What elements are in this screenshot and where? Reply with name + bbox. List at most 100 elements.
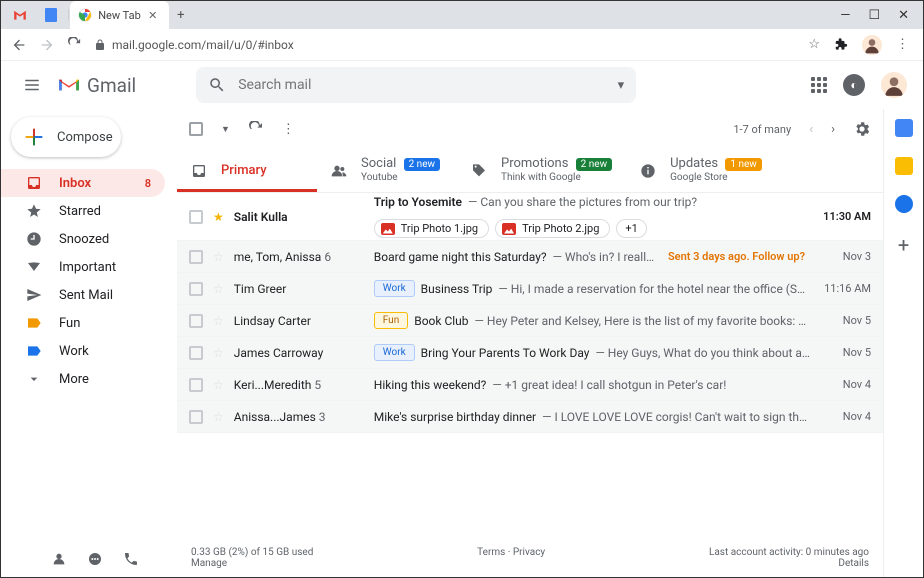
star-icon[interactable]: ☆	[213, 250, 224, 264]
reload-button[interactable]	[67, 37, 82, 52]
sidebar-item-inbox[interactable]: Inbox8	[1, 169, 165, 197]
more-icon[interactable]: ⋮	[282, 122, 295, 137]
more-attachments[interactable]: +1	[616, 219, 646, 238]
prev-page-icon[interactable]: ‹	[809, 122, 813, 137]
sidebar-item-sent-mail[interactable]: Sent Mail	[1, 281, 165, 309]
email-snippet: — I LOVE LOVE LOVE corgis! Can't wait to…	[542, 410, 811, 424]
toolbar: ▼ ⋮ 1-7 of many ‹ ›	[177, 109, 883, 149]
email-checkbox[interactable]	[189, 210, 203, 224]
search-options-icon[interactable]: ▾	[618, 78, 625, 93]
star-icon[interactable]: ☆	[213, 282, 224, 296]
email-row[interactable]: ☆ James Carroway Work Bring Your Parents…	[177, 337, 883, 369]
sidebar: Compose Inbox8StarredSnoozedImportantSen…	[1, 109, 177, 577]
bookmark-icon	[25, 259, 43, 275]
list-footer: 0.33 GB (2%) of 15 GB used Manage Terms …	[177, 539, 883, 577]
star-icon	[25, 203, 43, 219]
details-link[interactable]: Details	[838, 558, 869, 569]
star-icon[interactable]: ☆	[213, 410, 224, 424]
email-checkbox[interactable]	[189, 410, 203, 424]
email-row[interactable]: ☆ Keri...Meredith 5 Hiking this weekend?…	[177, 369, 883, 401]
email-row[interactable]: ★ Salit Kulla Trip to Yosemite — Can you…	[177, 193, 883, 241]
address-bar[interactable]: mail.google.com/mail/u/0/#inbox	[94, 38, 796, 52]
bookmark-icon[interactable]: ☆	[808, 37, 820, 52]
sidebar-item-work[interactable]: Work	[1, 337, 165, 365]
chat-icon[interactable]	[87, 551, 103, 567]
email-checkbox[interactable]	[189, 378, 203, 392]
browser-tab-strip: | New Tab ✕ + — ☐ ✕	[1, 1, 923, 29]
settings-icon[interactable]	[853, 120, 871, 138]
gmail-logo-text: Gmail	[87, 74, 136, 97]
notifications-icon[interactable]: ◐	[843, 74, 865, 96]
email-label: Fun	[374, 312, 408, 329]
email-time: Nov 5	[821, 314, 871, 327]
email-list: ★ Salit Kulla Trip to Yosemite — Can you…	[177, 193, 883, 539]
email-row[interactable]: ☆ Anissa...James 3 Mike's surprise birth…	[177, 401, 883, 433]
star-icon[interactable]: ☆	[213, 378, 224, 392]
search-box[interactable]: ▾	[196, 67, 636, 103]
tab-label: Social	[361, 156, 396, 171]
category-tabs: PrimarySocial 2 newYoutubePromotions 2 n…	[177, 149, 883, 193]
apps-icon[interactable]	[811, 77, 827, 93]
next-page-icon[interactable]: ›	[831, 122, 835, 137]
side-panel: +	[883, 109, 923, 577]
tab-updates[interactable]: Updates 1 newGoogle Store	[626, 149, 776, 192]
extensions-icon[interactable]	[834, 38, 848, 52]
sidebar-item-important[interactable]: Important	[1, 253, 165, 281]
sidebar-item-more[interactable]: More	[1, 365, 165, 393]
compose-button[interactable]: Compose	[11, 117, 121, 157]
email-row[interactable]: ☆ Lindsay Carter Fun Book Club — Hey Pet…	[177, 305, 883, 337]
email-subject: Trip to Yosemite	[374, 195, 462, 209]
email-checkbox[interactable]	[189, 346, 203, 360]
forward-button[interactable]	[39, 37, 55, 53]
account-avatar[interactable]	[881, 72, 907, 98]
inbox-icon	[191, 163, 207, 179]
terms-link[interactable]: Terms	[477, 547, 505, 558]
email-checkbox[interactable]	[189, 314, 203, 328]
tab-promotions[interactable]: Promotions 2 newThink with Google	[457, 149, 626, 192]
refresh-icon[interactable]	[248, 121, 264, 137]
browser-tab-active[interactable]: New Tab ✕	[70, 1, 169, 29]
browser-tab[interactable]	[37, 1, 67, 29]
search-input[interactable]	[238, 77, 605, 93]
compose-label: Compose	[57, 130, 113, 145]
select-dropdown-icon[interactable]: ▼	[221, 124, 230, 135]
attachment-chip[interactable]: Trip Photo 1.jpg	[374, 219, 489, 238]
close-window-icon[interactable]: ✕	[898, 8, 909, 23]
email-row[interactable]: ☆ Tim Greer Work Business Trip — Hi, I m…	[177, 273, 883, 305]
close-icon[interactable]: ✕	[147, 9, 159, 21]
person-icon[interactable]	[51, 551, 67, 567]
hamburger-icon[interactable]	[17, 70, 47, 100]
followup-nudge[interactable]: Sent 3 days ago. Follow up?	[668, 250, 805, 263]
star-icon[interactable]: ☆	[213, 314, 224, 328]
sidebar-item-fun[interactable]: Fun	[1, 309, 165, 337]
email-checkbox[interactable]	[189, 250, 203, 264]
manage-link[interactable]: Manage	[191, 558, 227, 569]
email-row[interactable]: ☆ me, Tom, Anissa 6 Board game night thi…	[177, 241, 883, 273]
gmail-logo[interactable]: Gmail	[57, 74, 136, 97]
star-icon[interactable]: ★	[213, 210, 224, 224]
image-icon	[502, 223, 516, 235]
privacy-link[interactable]: Privacy	[513, 547, 545, 558]
back-button[interactable]	[11, 37, 27, 53]
sidebar-item-snoozed[interactable]: Snoozed	[1, 225, 165, 253]
sidebar-item-starred[interactable]: Starred	[1, 197, 165, 225]
profile-avatar[interactable]	[862, 35, 882, 55]
browser-tab[interactable]	[5, 1, 37, 29]
star-icon[interactable]: ☆	[213, 346, 224, 360]
email-checkbox[interactable]	[189, 282, 203, 296]
maximize-icon[interactable]: ☐	[868, 8, 880, 23]
browser-menu-icon[interactable]: ⋮	[896, 37, 909, 52]
keep-app-icon[interactable]	[895, 157, 913, 175]
select-all-checkbox[interactable]	[189, 122, 203, 136]
tasks-app-icon[interactable]	[895, 195, 913, 213]
calendar-app-icon[interactable]	[895, 119, 913, 137]
add-app-icon[interactable]: +	[898, 233, 909, 257]
phone-icon[interactable]	[123, 551, 139, 567]
tab-primary[interactable]: Primary	[177, 149, 317, 192]
attachment-chip[interactable]: Trip Photo 2.jpg	[495, 219, 610, 238]
compose-plus-icon	[23, 126, 45, 148]
minimize-icon[interactable]: —	[840, 8, 850, 23]
email-snippet: — Hey Peter and Kelsey, Here is the list…	[475, 314, 811, 328]
new-tab-button[interactable]: +	[169, 8, 193, 23]
tab-social[interactable]: Social 2 newYoutube	[317, 149, 457, 192]
